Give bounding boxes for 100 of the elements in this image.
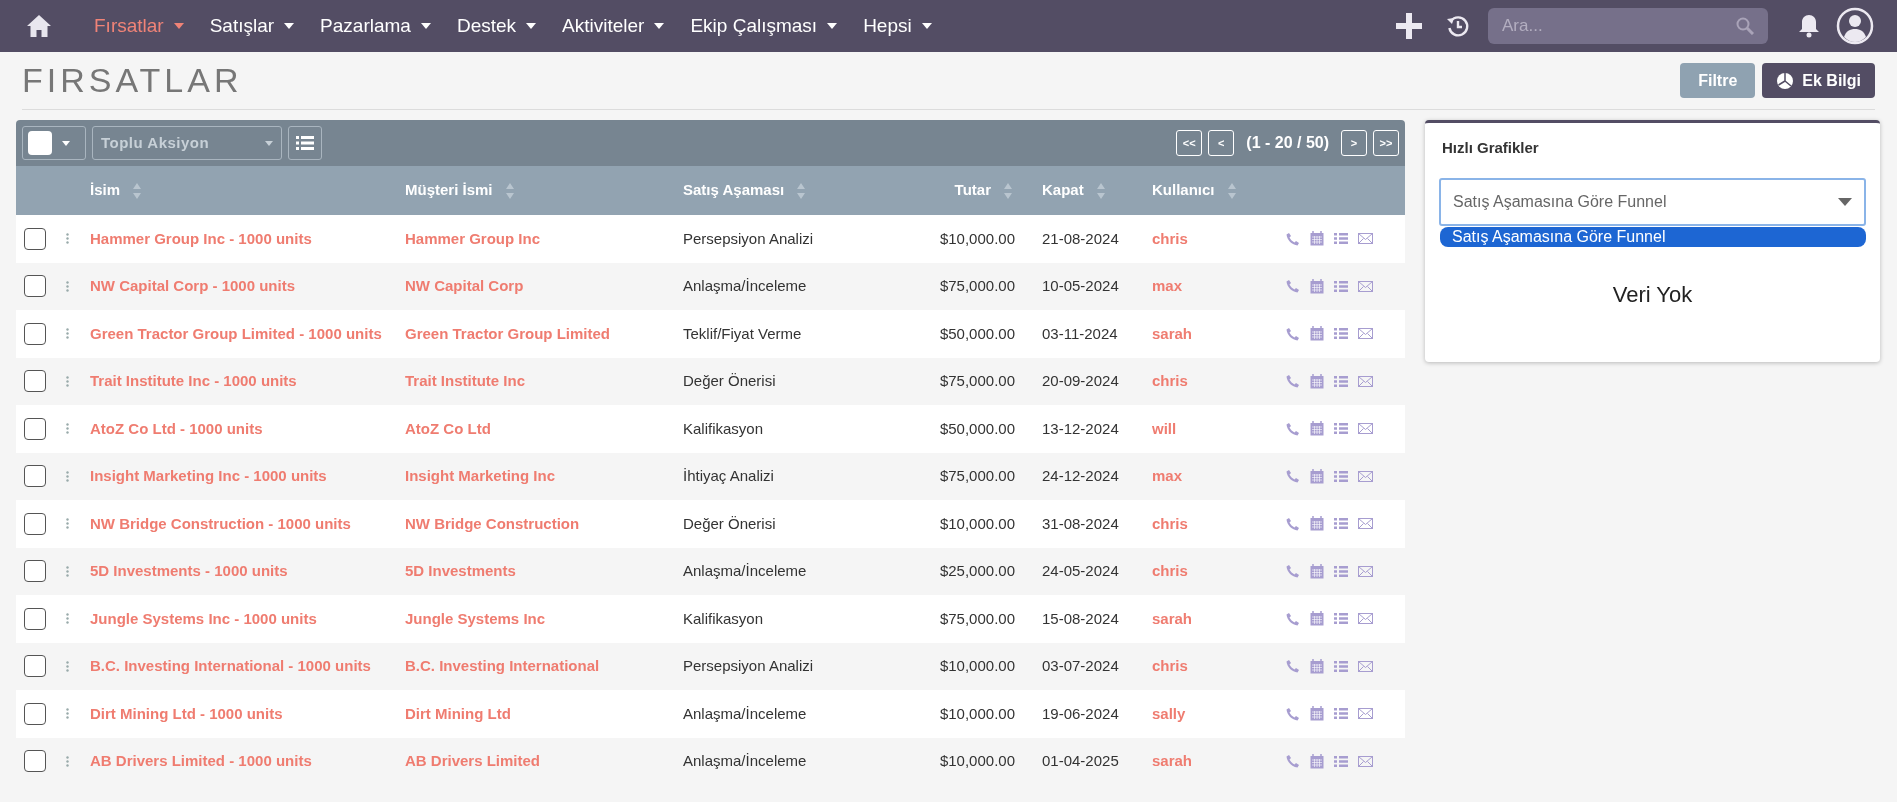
opportunity-link[interactable]: NW Bridge Construction - 1000 units — [90, 513, 405, 534]
row-checkbox[interactable] — [24, 750, 46, 773]
next-page-button[interactable]: > — [1341, 130, 1367, 156]
phone-icon[interactable] — [1286, 469, 1300, 484]
envelope-icon[interactable] — [1358, 708, 1373, 720]
opportunity-link[interactable]: Insight Marketing Inc - 1000 units — [90, 466, 405, 487]
calendar-icon[interactable] — [1310, 563, 1324, 579]
opportunity-link[interactable]: AtoZ Co Ltd - 1000 units — [90, 418, 405, 439]
calendar-icon[interactable] — [1310, 326, 1324, 342]
opportunity-link[interactable]: Trait Institute Inc - 1000 units — [90, 371, 405, 392]
row-checkbox[interactable] — [24, 607, 46, 630]
calendar-icon[interactable] — [1310, 753, 1324, 769]
plus-icon[interactable] — [1396, 13, 1422, 39]
envelope-icon[interactable] — [1358, 565, 1373, 577]
user-link[interactable]: max — [1152, 465, 1282, 488]
chart-type-select[interactable]: Satış Aşamasına Göre Funnel — [1439, 177, 1866, 226]
opportunity-link[interactable]: Hammer Group Inc - 1000 units — [90, 228, 405, 249]
task-list-icon[interactable] — [1334, 470, 1348, 482]
more-options-icon[interactable] — [66, 280, 69, 292]
calendar-icon[interactable] — [1310, 278, 1324, 294]
user-link[interactable]: chris — [1152, 655, 1282, 678]
opportunity-link[interactable]: NW Capital Corp - 1000 units — [90, 276, 405, 297]
account-link[interactable]: AtoZ Co Ltd — [405, 417, 683, 440]
envelope-icon[interactable] — [1358, 375, 1373, 387]
bell-icon[interactable] — [1798, 14, 1820, 38]
column-header[interactable]: Satış Aşaması — [683, 179, 913, 202]
task-list-icon[interactable] — [1334, 518, 1348, 530]
phone-icon[interactable] — [1286, 754, 1300, 769]
user-link[interactable]: chris — [1152, 560, 1282, 583]
row-checkbox[interactable] — [24, 512, 46, 535]
user-link[interactable]: sarah — [1152, 322, 1282, 345]
opportunity-link[interactable]: 5D Investments - 1000 units — [90, 561, 405, 582]
task-list-icon[interactable] — [1334, 328, 1348, 340]
envelope-icon[interactable] — [1358, 280, 1373, 292]
task-list-icon[interactable] — [1334, 423, 1348, 435]
more-options-icon[interactable] — [66, 755, 69, 767]
more-options-icon[interactable] — [66, 375, 69, 387]
column-header[interactable]: Müşteri İsmi — [405, 179, 683, 202]
envelope-icon[interactable] — [1358, 660, 1373, 672]
user-link[interactable]: chris — [1152, 370, 1282, 393]
phone-icon[interactable] — [1286, 279, 1300, 294]
more-options-icon[interactable] — [66, 708, 69, 720]
envelope-icon[interactable] — [1358, 755, 1373, 767]
task-list-icon[interactable] — [1334, 660, 1348, 672]
select-all-dropdown[interactable] — [22, 126, 86, 160]
nav-menu-item[interactable]: Destek — [456, 11, 537, 41]
phone-icon[interactable] — [1286, 516, 1300, 531]
more-options-icon[interactable] — [66, 613, 69, 625]
user-avatar-icon[interactable] — [1836, 7, 1874, 45]
task-list-icon[interactable] — [1334, 708, 1348, 720]
row-checkbox[interactable] — [24, 465, 46, 488]
user-link[interactable]: will — [1152, 417, 1282, 440]
phone-icon[interactable] — [1286, 611, 1300, 626]
search-icon[interactable] — [1736, 17, 1754, 35]
envelope-icon[interactable] — [1358, 423, 1373, 435]
calendar-icon[interactable] — [1310, 231, 1324, 247]
envelope-icon[interactable] — [1358, 613, 1373, 625]
column-header[interactable]: Tutar — [913, 179, 1015, 202]
opportunity-link[interactable]: AB Drivers Limited - 1000 units — [90, 751, 405, 772]
opportunity-link[interactable]: B.C. Investing International - 1000 units — [90, 656, 405, 677]
home-icon[interactable] — [26, 14, 52, 38]
calendar-icon[interactable] — [1310, 373, 1324, 389]
envelope-icon[interactable] — [1358, 233, 1373, 245]
row-checkbox[interactable] — [24, 417, 46, 440]
user-link[interactable]: chris — [1152, 512, 1282, 535]
account-link[interactable]: Green Tractor Group Limited — [405, 322, 683, 345]
more-options-icon[interactable] — [66, 565, 69, 577]
envelope-icon[interactable] — [1358, 518, 1373, 530]
account-link[interactable]: 5D Investments — [405, 560, 683, 583]
account-link[interactable]: B.C. Investing International — [405, 655, 683, 678]
row-checkbox[interactable] — [24, 322, 46, 345]
phone-icon[interactable] — [1286, 326, 1300, 341]
filter-button[interactable]: Filtre — [1680, 63, 1756, 98]
column-chooser-button[interactable] — [288, 126, 322, 160]
column-header[interactable]: Kapat — [1042, 179, 1152, 202]
phone-icon[interactable] — [1286, 564, 1300, 579]
user-link[interactable]: sarah — [1152, 750, 1282, 773]
more-options-icon[interactable] — [66, 328, 69, 340]
phone-icon[interactable] — [1286, 421, 1300, 436]
search-field[interactable]: Ara... — [1488, 8, 1768, 44]
more-options-icon[interactable] — [66, 660, 69, 672]
task-list-icon[interactable] — [1334, 280, 1348, 292]
nav-menu-item[interactable]: Aktiviteler — [562, 11, 665, 41]
row-checkbox[interactable] — [24, 655, 46, 678]
more-options-icon[interactable] — [66, 518, 69, 530]
opportunity-link[interactable]: Jungle Systems Inc - 1000 units — [90, 608, 405, 629]
more-options-icon[interactable] — [66, 423, 69, 435]
more-options-icon[interactable] — [66, 470, 69, 482]
calendar-icon[interactable] — [1310, 516, 1324, 532]
last-page-button[interactable]: >> — [1373, 130, 1399, 156]
phone-icon[interactable] — [1286, 374, 1300, 389]
task-list-icon[interactable] — [1334, 565, 1348, 577]
account-link[interactable]: Dirt Mining Ltd — [405, 702, 683, 725]
row-checkbox[interactable] — [24, 560, 46, 583]
account-link[interactable]: AB Drivers Limited — [405, 750, 683, 773]
calendar-icon[interactable] — [1310, 706, 1324, 722]
history-icon[interactable] — [1446, 14, 1470, 38]
calendar-icon[interactable] — [1310, 611, 1324, 627]
dropdown-option[interactable]: Satış Aşamasına Göre Funnel — [1440, 227, 1866, 247]
row-checkbox[interactable] — [24, 275, 46, 298]
